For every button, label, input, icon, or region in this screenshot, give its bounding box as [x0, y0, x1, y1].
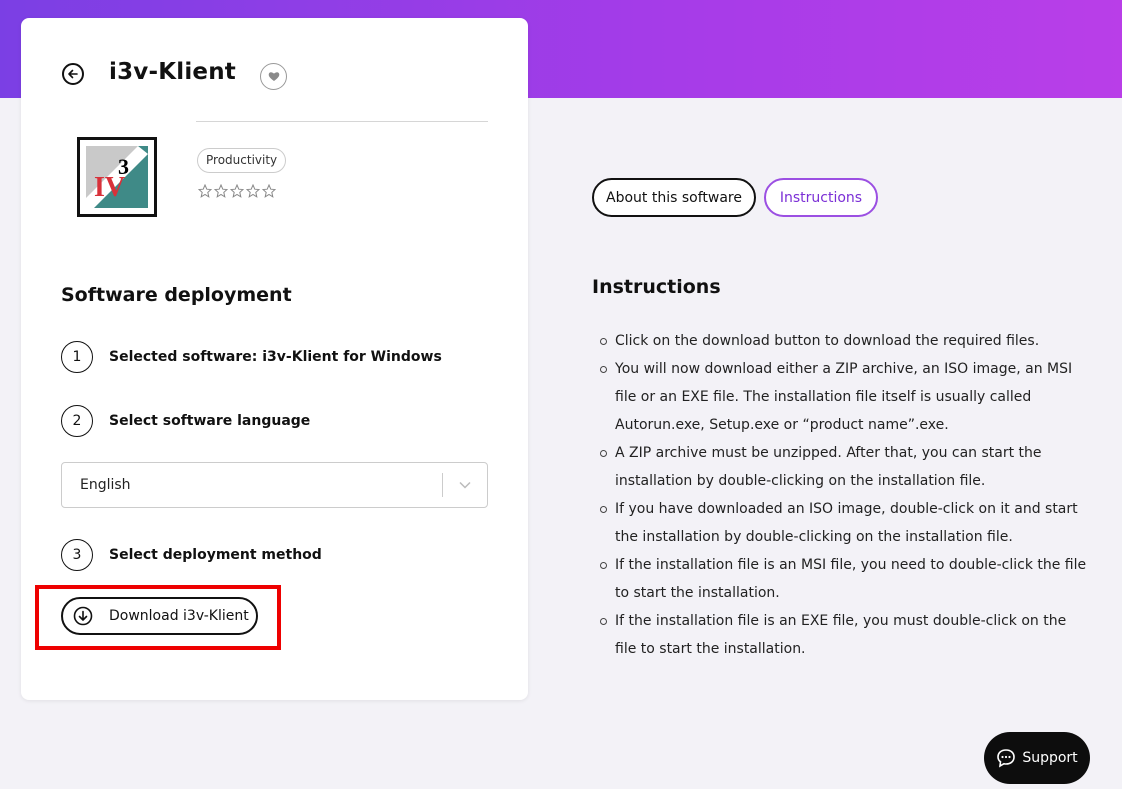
step-number: 3 — [61, 539, 93, 571]
star-outline-icon[interactable] — [230, 184, 244, 198]
step-3: 3 Select deployment method — [61, 539, 322, 571]
list-item: If the installation file is an MSI file,… — [600, 551, 1090, 607]
favorite-button[interactable] — [260, 63, 287, 90]
list-item: If you have downloaded an ISO image, dou… — [600, 495, 1090, 551]
star-outline-icon[interactable] — [246, 184, 260, 198]
download-arrow-circle-icon — [73, 606, 93, 626]
deployment-heading: Software deployment — [61, 284, 292, 306]
support-label: Support — [1022, 750, 1078, 766]
tab-about-software[interactable]: About this software — [592, 178, 756, 217]
list-item: If the installation file is an EXE file,… — [600, 607, 1090, 663]
chat-bubble-icon — [997, 749, 1016, 768]
heart-icon — [268, 72, 279, 81]
step-1: 1 Selected software: i3v-Klient for Wind… — [61, 341, 442, 373]
list-item: You will now download either a ZIP archi… — [600, 355, 1090, 439]
language-select[interactable]: English — [61, 462, 488, 508]
download-button[interactable]: Download i3v-Klient — [61, 597, 258, 635]
step-number: 2 — [61, 405, 93, 437]
language-select-value: English — [80, 477, 131, 493]
download-button-label: Download i3v-Klient — [109, 608, 249, 624]
step-2: 2 Select software language — [61, 405, 310, 437]
step-label: Select software language — [109, 413, 311, 429]
back-arrow-icon — [68, 69, 78, 79]
header-divider — [196, 121, 488, 122]
instructions-heading: Instructions — [592, 276, 721, 298]
back-button[interactable] — [62, 63, 84, 85]
app-logo: 3 IV — [77, 137, 157, 217]
tab-instructions[interactable]: Instructions — [764, 178, 878, 217]
category-badge[interactable]: Productivity — [197, 148, 287, 173]
star-outline-icon[interactable] — [198, 184, 212, 198]
chevron-down-icon[interactable] — [443, 481, 487, 489]
app-title: i3v-Klient — [109, 59, 236, 85]
list-item: A ZIP archive must be unzipped. After th… — [600, 439, 1090, 495]
svg-text:IV: IV — [94, 172, 125, 203]
support-button[interactable]: Support — [984, 732, 1090, 784]
step-label: Select deployment method — [109, 547, 322, 563]
instructions-list: Click on the download button to download… — [600, 327, 1090, 663]
step-label: Selected software: i3v-Klient for Window… — [109, 349, 442, 365]
list-item: Click on the download button to download… — [600, 327, 1090, 355]
rating-stars[interactable] — [198, 184, 276, 198]
software-card: i3v-Klient 3 IV Productivity Software de… — [21, 18, 528, 700]
star-outline-icon[interactable] — [214, 184, 228, 198]
star-outline-icon[interactable] — [262, 184, 276, 198]
step-number: 1 — [61, 341, 93, 373]
